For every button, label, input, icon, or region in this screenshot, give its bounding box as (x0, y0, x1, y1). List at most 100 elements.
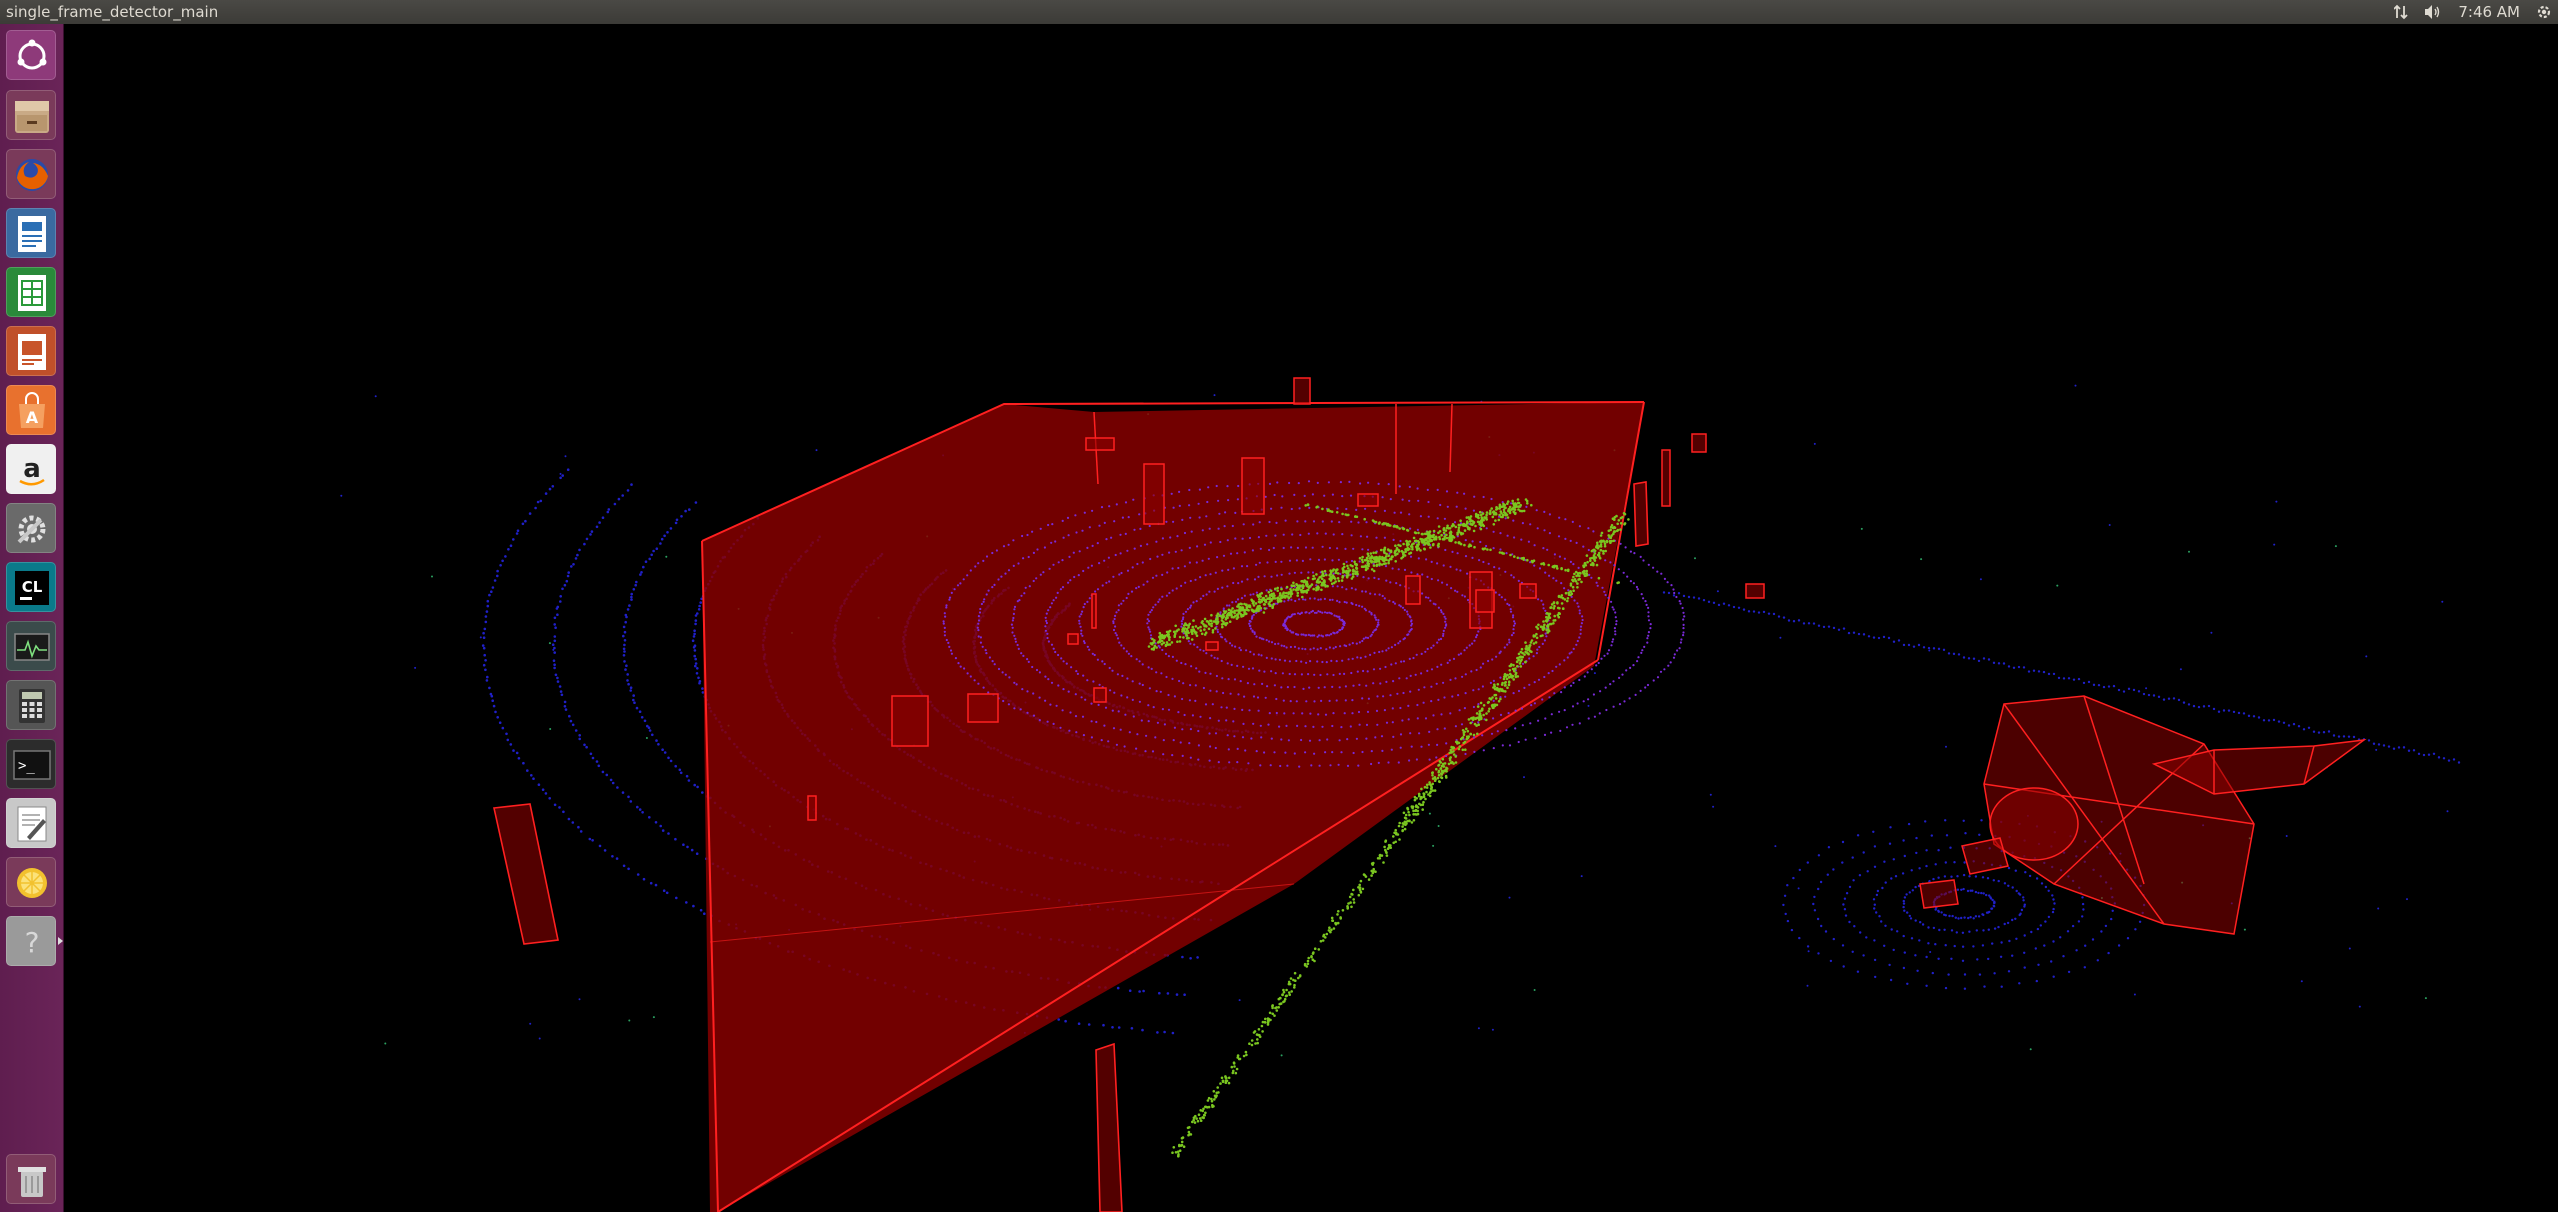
point (625, 664, 628, 667)
point (2365, 655, 2368, 658)
point-cloud-scene[interactable] (64, 24, 2558, 1212)
point (1251, 667, 1255, 670)
point (1581, 615, 1584, 618)
point (667, 756, 670, 760)
trash-icon[interactable] (6, 1154, 56, 1204)
point (1961, 931, 1965, 934)
clion-icon[interactable]: CL (6, 562, 56, 612)
point (1115, 611, 1118, 614)
impress-presentation-icon[interactable] (6, 326, 56, 376)
point (1992, 905, 1996, 908)
point (1303, 494, 1306, 497)
point (948, 645, 951, 649)
point (1842, 627, 1846, 630)
point (1482, 560, 1485, 564)
wrench-gear-icon[interactable] (6, 503, 56, 553)
point (993, 583, 996, 587)
point (1044, 625, 1047, 628)
point (2247, 714, 2251, 718)
point (1074, 715, 1078, 718)
point (1508, 896, 1511, 899)
point (1436, 641, 1439, 644)
point (524, 519, 527, 523)
ubuntu-logo-icon[interactable] (6, 30, 56, 80)
point (2272, 718, 2276, 722)
point (1107, 556, 1110, 559)
point (1643, 645, 1646, 649)
point (1387, 761, 1390, 764)
point (1997, 925, 2000, 929)
point (1910, 937, 1914, 940)
point (1173, 726, 1176, 729)
text-editor-icon[interactable] (6, 798, 56, 848)
point (1289, 645, 1292, 649)
volume-icon[interactable] (2424, 4, 2442, 20)
point (1390, 663, 1393, 666)
point (1409, 690, 1412, 693)
point (1045, 619, 1048, 623)
settings-gear-icon[interactable] (2536, 4, 2552, 20)
network-updown-icon[interactable] (2394, 4, 2408, 20)
point (1255, 563, 1258, 566)
point (1438, 530, 1442, 533)
point (1424, 650, 1427, 653)
point (1153, 639, 1156, 642)
point-cloud-viewport[interactable] (64, 24, 2558, 1212)
point (1237, 611, 1241, 614)
point (2015, 889, 2018, 893)
lemon-icon[interactable] (6, 857, 56, 907)
clock[interactable]: 7:46 AM (2458, 0, 2520, 24)
file-cabinet-icon[interactable] (6, 90, 56, 140)
point (517, 757, 521, 760)
point (1335, 699, 1338, 702)
point (1215, 622, 1218, 626)
point (1366, 552, 1370, 555)
point (977, 615, 981, 618)
point (1806, 861, 1810, 864)
point (2003, 882, 2007, 885)
point (1279, 599, 1282, 603)
point (1469, 515, 1473, 518)
point (1499, 697, 1502, 701)
firefox-icon[interactable] (6, 149, 56, 199)
point (1357, 710, 1361, 714)
point (2052, 898, 2055, 901)
point (1011, 626, 1014, 629)
point (1343, 600, 1346, 604)
point (1440, 611, 1443, 614)
point (1351, 602, 1354, 606)
point (1342, 622, 1345, 625)
point (666, 531, 669, 534)
point (698, 680, 702, 683)
point (1652, 566, 1655, 569)
shopping-bag-icon[interactable]: A (6, 385, 56, 435)
point (1422, 800, 1425, 804)
point (1248, 619, 1251, 623)
point (945, 638, 948, 642)
point (1632, 664, 1635, 667)
point (1238, 999, 1241, 1002)
point (1192, 619, 1195, 622)
point (1402, 811, 1406, 815)
point (1421, 592, 1424, 595)
calc-spreadsheet-icon[interactable] (6, 267, 56, 317)
point (982, 559, 985, 563)
writer-document-icon[interactable] (6, 208, 56, 258)
point (1148, 687, 1151, 690)
point (1157, 644, 1160, 648)
point (1464, 523, 1468, 527)
point (566, 574, 570, 578)
system-monitor-icon[interactable] (6, 621, 56, 671)
point (1614, 616, 1617, 619)
point (1445, 766, 1448, 770)
question-mark-icon[interactable]: ? (6, 916, 56, 966)
point (1237, 484, 1240, 488)
terminal-icon[interactable]: >_ (6, 739, 56, 789)
point (1878, 915, 1881, 918)
point (1415, 758, 1418, 761)
calculator-icon[interactable] (6, 680, 56, 730)
point (652, 1016, 655, 1019)
point (1068, 729, 1071, 732)
amazon-logo-icon[interactable]: a (6, 444, 56, 494)
point (1331, 598, 1334, 601)
